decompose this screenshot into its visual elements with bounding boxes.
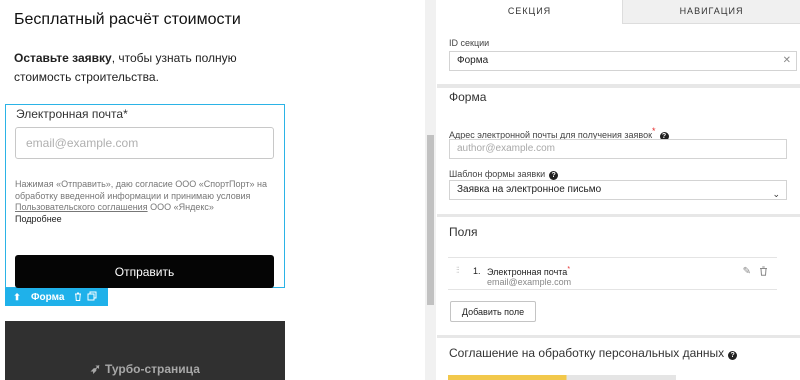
required-marker: * [652,126,656,136]
more-link[interactable]: Подробнее [15,214,277,226]
pencil-icon[interactable]: ✎ [743,266,751,277]
template-value: Заявка на электронное письмо [457,184,602,195]
tab-section[interactable]: СЕКЦИЯ [437,0,623,24]
pin-icon[interactable]: ⬆ [11,292,23,303]
consent-text-main: Нажимая «Отправить», даю согласие ООО «С… [15,179,267,201]
template-select[interactable]: Заявка на электронное письмо ⌄ [449,180,787,200]
list-item[interactable]: ⫶⫶ 1. Электронная почта* email@example.c… [448,257,777,290]
consent-section-title: Соглашение на обработку персональных дан… [449,346,725,360]
email-field-label: Электронная почта* [16,107,128,121]
tab-navigation[interactable]: НАВИГАЦИЯ [623,0,800,24]
close-icon[interactable]: ✕ [783,52,791,70]
section-id-field[interactable]: Форма ✕ [449,51,797,71]
add-field-button[interactable]: Добавить поле [450,301,536,322]
section-id-label: ID секции [449,38,490,48]
chevron-down-icon: ⌄ [772,189,780,199]
copy-icon[interactable] [86,291,98,303]
preview-heading: Бесплатный расчёт стоимости [14,11,241,28]
block-toolbar: ⬆ Форма [5,288,108,306]
field-name: Электронная почта [487,267,568,277]
page-preview: Бесплатный расчёт стоимости Оставьте зая… [0,0,285,380]
turbo-footer: ➶ Турбо-страница [5,321,285,380]
trash-icon[interactable] [72,292,84,303]
submit-button[interactable]: Отправить [15,255,274,288]
email-address-field[interactable]: author@example.com [449,139,787,159]
footer-text: Турбо-страница [105,362,200,376]
fields-settings: Поля ⫶⫶ 1. Электронная почта* email@exam… [437,217,800,337]
consent-settings: Соглашение на обработку персональных дан… [437,338,800,380]
preview-scrollbar-thumb[interactable] [427,135,434,305]
trash-icon[interactable] [759,266,768,279]
drag-handle-icon[interactable]: ⫶⫶ [456,265,459,276]
rocket-icon: ➶ [90,361,102,376]
email-field[interactable] [15,127,274,159]
section-id-value: Форма [457,55,489,66]
form-settings: Форма Адрес электронной почты для получе… [437,88,800,216]
fields-section-title: Поля [449,225,478,239]
user-agreement-link[interactable]: Пользовательского соглашения [15,202,148,212]
consent-control[interactable] [448,375,676,380]
required-marker: * [567,266,571,273]
selected-form-block[interactable]: Электронная почта* Нажимая «Отправить», … [5,104,285,288]
field-subtitle: email@example.com [487,277,572,287]
panel-tabs: СЕКЦИЯ НАВИГАЦИЯ [437,0,800,24]
toolbar-label: Форма [31,291,65,303]
template-label: Шаблон формы заявки? [449,169,559,180]
field-number: 1. [473,266,481,276]
help-icon[interactable]: ? [549,171,559,180]
consent-text-tail: ООО «Яндекс» [147,202,214,212]
section-id-group: ID секции Форма ✕ [437,24,800,84]
help-icon[interactable]: ? [728,351,738,360]
consent-text: Нажимая «Отправить», даю согласие ООО «С… [15,179,277,225]
form-section-title: Форма [449,90,487,104]
preview-description: Оставьте заявку, чтобы узнать полную сто… [14,49,276,87]
description-bold: Оставьте заявку [14,51,112,65]
settings-panel: СЕКЦИЯ НАВИГАЦИЯ ID секции Форма ✕ Форма… [437,0,800,380]
